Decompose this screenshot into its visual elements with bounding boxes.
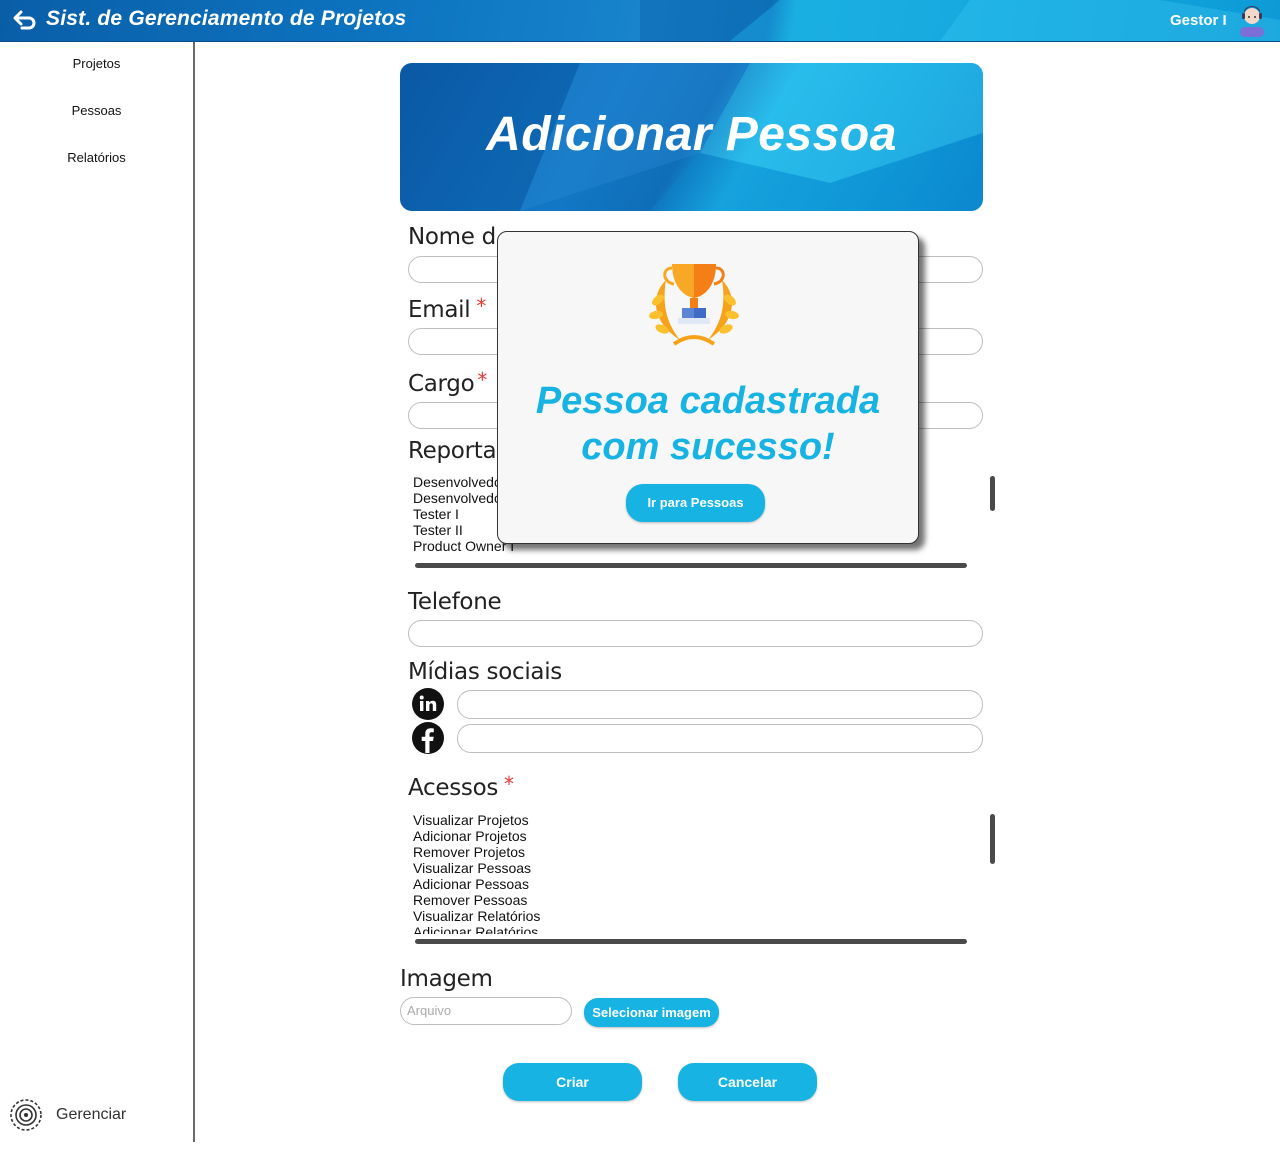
facebook-icon [412, 722, 444, 754]
sidebar-item-pessoas[interactable]: Pessoas [0, 103, 193, 118]
go-to-people-button[interactable]: Ir para Pessoas [626, 484, 765, 522]
social-label: Mídias sociais [408, 659, 562, 685]
page-title: Adicionar Pessoa [486, 108, 897, 161]
list-item[interactable]: Visualizar Relatórios [413, 908, 973, 924]
reports-vertical-scrollbar[interactable] [990, 476, 995, 511]
required-mark: * [476, 294, 487, 318]
access-listbox[interactable]: Visualizar Projetos Adicionar Projetos R… [413, 812, 973, 934]
access-horizontal-scrollbar[interactable] [415, 939, 967, 944]
top-bar: Sist. de Gerenciamento de Projetos Gesto… [0, 0, 1280, 42]
page-banner: Adicionar Pessoa [400, 63, 983, 211]
access-label: Acessos * [408, 772, 514, 801]
email-label: Email * [408, 294, 487, 323]
linkedin-icon [412, 688, 444, 720]
access-vertical-scrollbar[interactable] [990, 814, 995, 864]
success-modal: Pessoa cadastrada com sucesso! Ir para P… [497, 231, 919, 544]
list-item[interactable]: Adicionar Relatórios [413, 924, 973, 934]
cancel-button[interactable]: Cancelar [678, 1063, 817, 1101]
list-item[interactable]: Adicionar Pessoas [413, 876, 973, 892]
success-message-line-2: com sucesso! [581, 426, 835, 468]
manage-gear-icon [10, 1099, 42, 1131]
phone-label: Telefone [408, 589, 502, 615]
file-name-field[interactable]: Arquivo [400, 997, 572, 1025]
linkedin-field[interactable] [457, 690, 983, 719]
manage-label: Gerenciar [56, 1106, 127, 1123]
list-item[interactable]: Remover Projetos [413, 844, 973, 860]
name-label: Nome d [408, 224, 496, 250]
user-name[interactable]: Gestor I [1170, 12, 1227, 29]
app-title: Sist. de Gerenciamento de Projetos [46, 7, 407, 30]
required-mark: * [477, 368, 488, 392]
create-button[interactable]: Criar [503, 1063, 642, 1101]
success-message-line-1: Pessoa cadastrada [535, 380, 881, 422]
success-message: Pessoa cadastrada com sucesso! [498, 378, 918, 470]
back-arrow-icon[interactable] [12, 9, 38, 31]
sidebar: Projetos Pessoas Relatórios Gerenciar [0, 42, 195, 1142]
list-item[interactable]: Visualizar Projetos [413, 812, 973, 828]
select-image-button[interactable]: Selecionar imagem [584, 998, 719, 1027]
list-item[interactable]: Visualizar Pessoas [413, 860, 973, 876]
user-avatar-icon[interactable] [1236, 3, 1268, 37]
sidebar-item-relatorios[interactable]: Relatórios [0, 150, 193, 165]
list-item[interactable]: Adicionar Projetos [413, 828, 973, 844]
list-item[interactable]: Remover Pessoas [413, 892, 973, 908]
required-mark: * [504, 772, 514, 796]
image-label: Imagem [400, 966, 493, 992]
reports-label: Reporta [408, 438, 497, 464]
reports-horizontal-scrollbar[interactable] [415, 563, 967, 568]
role-label: Cargo * [408, 368, 488, 397]
sidebar-item-projetos[interactable]: Projetos [0, 56, 193, 71]
facebook-field[interactable] [457, 724, 983, 753]
manage-button[interactable]: Gerenciar [8, 1098, 126, 1132]
trophy-icon [649, 264, 739, 346]
phone-field[interactable] [408, 620, 983, 647]
